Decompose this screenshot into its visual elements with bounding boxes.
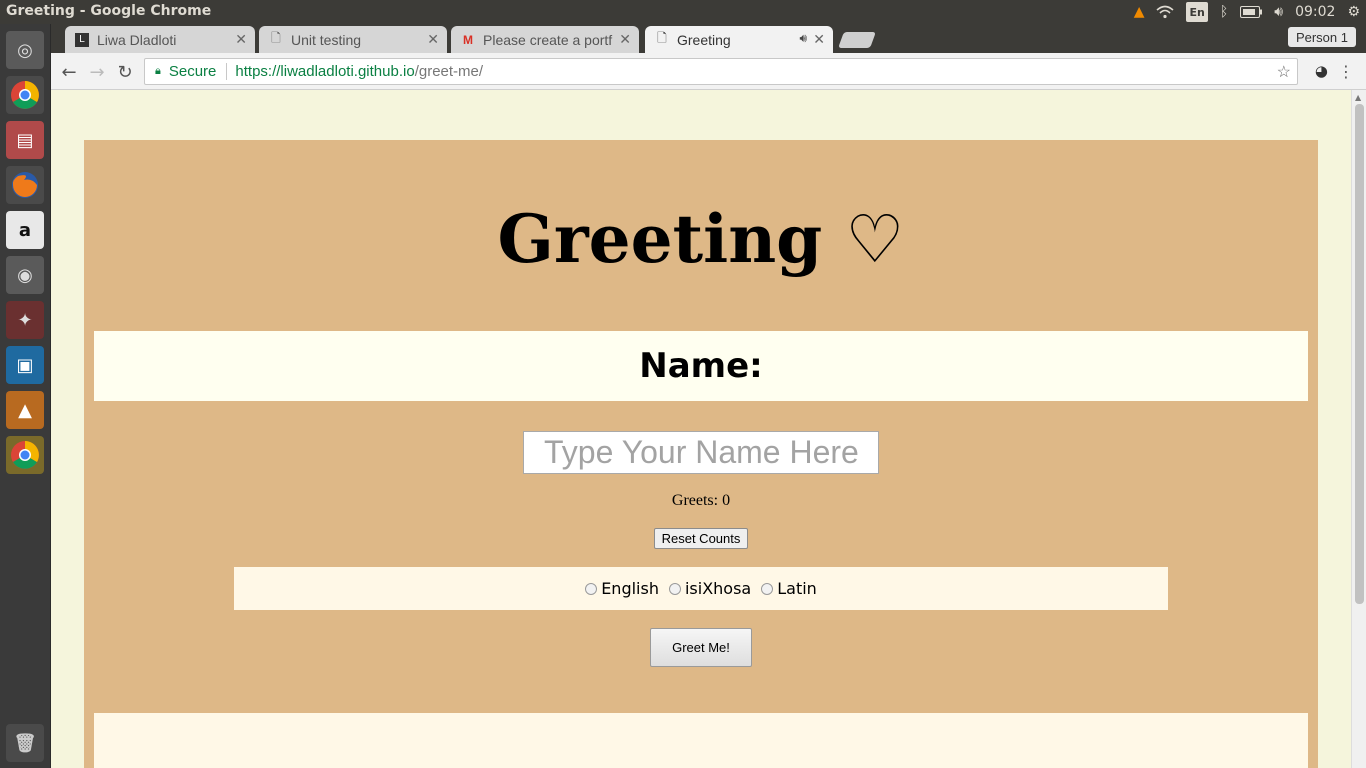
tab-label: Greeting xyxy=(677,31,731,48)
tab-liwa-dladloti[interactable]: L Liwa Dladloti ✕ xyxy=(65,26,255,53)
tab-label: Liwa Dladloti xyxy=(97,31,177,48)
language-label: English xyxy=(601,579,659,598)
forward-arrow-icon[interactable]: → xyxy=(85,60,109,84)
address-bar[interactable]: 🔒︎ Secure https:// liwadladloti.github.i… xyxy=(144,58,1298,85)
reset-counts-button[interactable]: Reset Counts xyxy=(654,528,748,549)
media-player-icon[interactable]: ◉ xyxy=(6,256,44,294)
document-icon: 🗋︎ xyxy=(657,31,667,45)
tab-gmail[interactable]: M Please create a portf ✕ xyxy=(451,26,639,53)
firefox-icon[interactable] xyxy=(6,166,44,204)
browser-menu-icon[interactable]: ⋮ xyxy=(1338,62,1354,81)
radio-button[interactable] xyxy=(668,582,681,595)
name-input[interactable] xyxy=(523,431,879,474)
trash-icon[interactable]: 🗑︎ xyxy=(6,724,44,762)
vmware-icon[interactable]: ▣ xyxy=(6,346,44,384)
back-arrow-icon[interactable]: ← xyxy=(57,60,81,84)
page-viewport: Greeting ♡ Name: Greets: 0 Reset Counts … xyxy=(51,90,1351,768)
page-title: Greeting ♡ xyxy=(497,200,905,278)
scroll-up-arrow-icon[interactable]: ▲ xyxy=(1355,93,1361,102)
tab-greeting[interactable]: 🗋︎ Greeting 🔊︎ ✕ xyxy=(645,26,833,53)
system-settings-icon[interactable]: ✦ xyxy=(6,301,44,339)
bookmark-star-icon[interactable]: ☆ xyxy=(1277,62,1291,82)
language-label: Latin xyxy=(777,579,817,598)
ubuntu-dash-icon[interactable]: ◎ xyxy=(6,31,44,69)
vlc-tray-icon[interactable]: ▲ xyxy=(1134,2,1145,22)
tab-label: Unit testing xyxy=(291,31,362,48)
gmail-icon: M xyxy=(463,32,473,47)
browser-toolbar: ← → ↻ 🔒︎ Secure https:// liwadladloti.gi… xyxy=(51,53,1366,90)
close-icon[interactable]: ✕ xyxy=(619,31,631,48)
reload-icon[interactable]: ↻ xyxy=(113,60,137,84)
url-scheme: https:// xyxy=(235,63,281,80)
language-option-english[interactable]: English xyxy=(585,579,659,598)
ubuntu-launcher: ◎ ▤ a ◉ ✦ ▣ ▲ 🗑︎ xyxy=(0,24,51,768)
profile-button[interactable]: Person 1 xyxy=(1287,27,1356,47)
system-gear-icon[interactable]: ⚙ xyxy=(1347,2,1360,22)
page-icon: L xyxy=(75,32,89,47)
keyboard-layout-indicator[interactable]: En xyxy=(1186,2,1208,22)
security-indicator[interactable]: 🔒︎ Secure xyxy=(155,63,216,80)
tab-unit-testing[interactable]: 🗋︎ Unit testing ✕ xyxy=(259,26,447,53)
omnibox-divider xyxy=(226,63,228,80)
chrome-active-launcher-icon[interactable] xyxy=(6,436,44,474)
lock-icon: 🔒︎ xyxy=(155,65,161,77)
language-selector: English isiXhosa Latin xyxy=(234,567,1168,610)
close-icon[interactable]: ✕ xyxy=(813,31,825,48)
files-icon[interactable]: ▤ xyxy=(6,121,44,159)
battery-icon[interactable] xyxy=(1240,2,1263,22)
audio-playing-icon[interactable]: 🔊︎ xyxy=(799,31,807,46)
chrome-launcher-icon[interactable] xyxy=(6,76,44,114)
url-host: liwadladloti.github.io xyxy=(280,63,415,80)
greeting-card: Greeting ♡ Name: Greets: 0 Reset Counts … xyxy=(84,140,1318,768)
radio-button[interactable] xyxy=(585,582,598,595)
greeting-message-area xyxy=(94,713,1308,768)
clock[interactable]: 09:02 xyxy=(1295,2,1335,22)
system-tray: ▲ En ᛒ 🔊︎ 09:02 ⚙ xyxy=(1134,0,1360,24)
scrollbar-thumb[interactable] xyxy=(1355,104,1364,604)
close-icon[interactable]: ✕ xyxy=(427,31,439,48)
bluetooth-icon[interactable]: ᛒ xyxy=(1220,2,1228,22)
new-tab-button[interactable] xyxy=(838,32,876,48)
greet-me-button[interactable]: Greet Me! xyxy=(650,628,752,667)
close-icon[interactable]: ✕ xyxy=(235,31,247,48)
language-option-latin[interactable]: Latin xyxy=(761,579,817,598)
url-path: /greet-me/ xyxy=(414,63,484,80)
name-banner: Name: xyxy=(94,331,1308,401)
window-title: Greeting - Google Chrome xyxy=(6,3,212,19)
document-icon: 🗋︎ xyxy=(271,31,281,45)
tab-strip: L Liwa Dladloti ✕ 🗋︎ Unit testing ✕ M Pl… xyxy=(51,24,1366,53)
secure-label: Secure xyxy=(168,63,217,80)
extension-icon[interactable]: ◕ xyxy=(1315,62,1328,80)
volume-icon[interactable]: 🔊︎ xyxy=(1274,2,1283,22)
amazon-icon[interactable]: a xyxy=(6,211,44,249)
name-label: Name: xyxy=(639,346,763,386)
greet-counter: Greets: 0 xyxy=(671,492,731,509)
radio-button[interactable] xyxy=(761,582,774,595)
language-option-isixhosa[interactable]: isiXhosa xyxy=(668,579,752,598)
language-label: isiXhosa xyxy=(684,579,752,598)
tab-label: Please create a portf xyxy=(483,31,613,48)
system-top-panel: Greeting - Google Chrome ▲ En ᛒ 🔊︎ 09:02… xyxy=(0,0,1366,24)
page-scrollbar[interactable]: ▲ xyxy=(1351,90,1366,768)
vlc-launcher-icon[interactable]: ▲ xyxy=(6,391,44,429)
wifi-icon[interactable] xyxy=(1156,2,1175,22)
